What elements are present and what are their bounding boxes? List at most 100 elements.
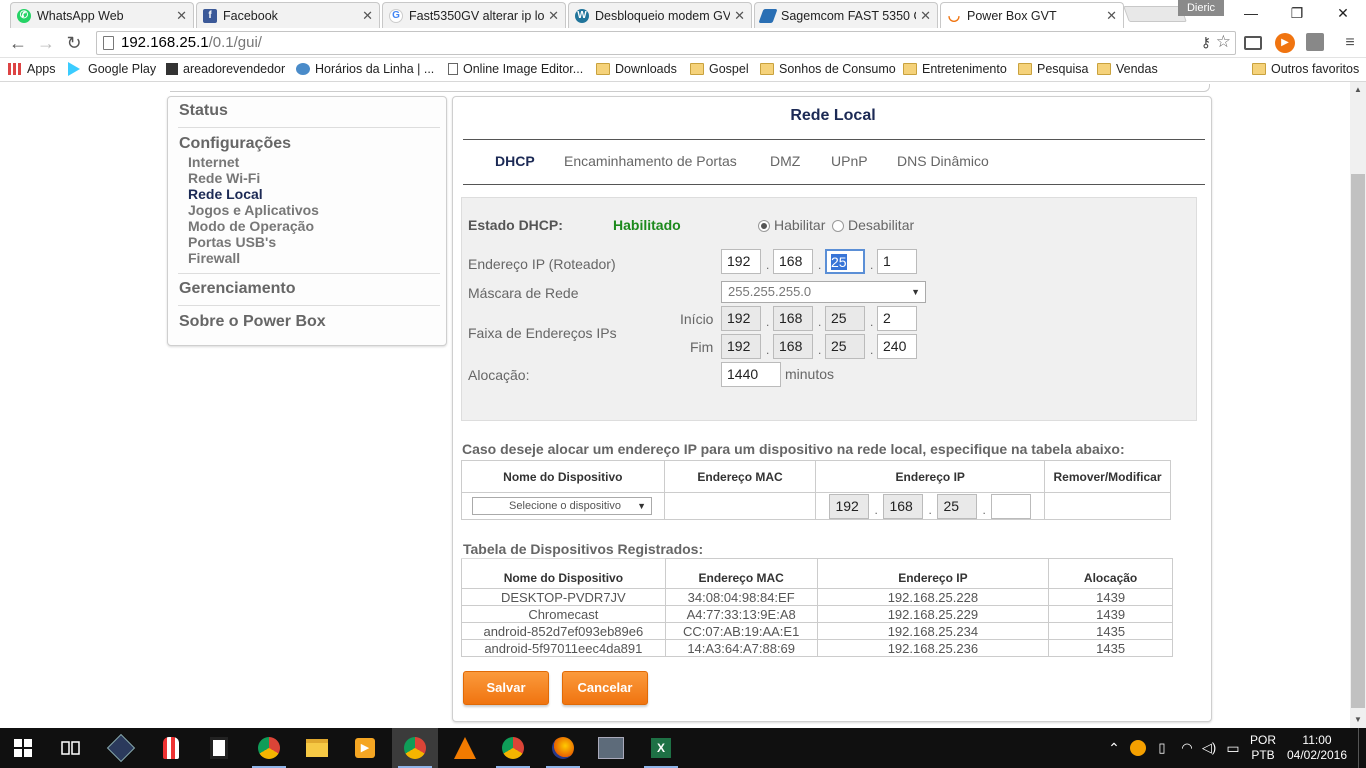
minimize-icon[interactable]: — bbox=[1228, 0, 1274, 26]
radio-desabilitar[interactable] bbox=[832, 220, 844, 232]
tab-dmz[interactable]: DMZ bbox=[770, 153, 800, 169]
clock[interactable]: 11:00 04/02/2016 bbox=[1284, 728, 1350, 768]
vlc-icon[interactable] bbox=[442, 728, 488, 768]
fim-octet-4[interactable]: 240 bbox=[877, 334, 917, 359]
bookmark-pesquisa[interactable]: Pesquisa bbox=[1018, 62, 1088, 76]
bookmark-apps[interactable]: Apps bbox=[8, 62, 56, 76]
ip-octet-3[interactable]: 25 bbox=[825, 249, 865, 274]
user-profile-badge[interactable]: Dieric bbox=[1178, 0, 1224, 16]
tab-whatsapp[interactable]: ✆ WhatsApp Web ✕ bbox=[10, 2, 194, 28]
bookmark-downloads[interactable]: Downloads bbox=[596, 62, 677, 76]
address-bar[interactable]: 192.168.25.1/0.1/gui/ ⚷ ☆ bbox=[96, 31, 1236, 55]
tab-dns-dinamico[interactable]: DNS Dinâmico bbox=[897, 153, 989, 169]
bookmark-areadorevendedor[interactable]: areadorevendedor bbox=[166, 62, 285, 76]
sidebar-item-gerenciamento[interactable]: Gerenciamento bbox=[179, 280, 295, 298]
tab-power-box[interactable]: ◡ Power Box GVT ✕ bbox=[940, 2, 1124, 28]
scrollbar-thumb[interactable] bbox=[1351, 174, 1365, 708]
ip-octet-2[interactable]: 168 bbox=[773, 249, 813, 274]
ip-octet-1[interactable]: 192 bbox=[721, 249, 761, 274]
bookmark-star-icon[interactable]: ☆ bbox=[1216, 32, 1231, 52]
sidebar-item-internet[interactable]: Internet bbox=[188, 154, 239, 170]
bookmark-horarios[interactable]: Horários da Linha | ... bbox=[296, 62, 434, 76]
sidebar-item-rede-local[interactable]: Rede Local bbox=[188, 186, 263, 202]
sidebar-section-configuracoes[interactable]: Configurações bbox=[179, 135, 291, 153]
tray-app-icon[interactable] bbox=[1128, 728, 1148, 768]
scroll-up-icon[interactable]: ▲ bbox=[1350, 82, 1366, 98]
chrome-active-icon[interactable] bbox=[392, 728, 438, 768]
tray-expand-icon[interactable]: ⌃ bbox=[1104, 728, 1124, 768]
reload-icon[interactable]: ↻ bbox=[62, 31, 86, 55]
cancelar-button[interactable]: Cancelar bbox=[562, 671, 648, 705]
volume-icon[interactable]: ◁) bbox=[1198, 728, 1220, 768]
file-explorer-icon[interactable] bbox=[294, 728, 340, 768]
excel-icon[interactable]: X bbox=[638, 728, 684, 768]
bookmark-vendas[interactable]: Vendas bbox=[1097, 62, 1158, 76]
app-cube-icon[interactable] bbox=[98, 728, 144, 768]
tray-device-icon[interactable]: ▯ bbox=[1152, 728, 1172, 768]
chrome-app-icon[interactable] bbox=[246, 728, 292, 768]
reserve-ip-octet-4[interactable] bbox=[991, 494, 1032, 519]
vertical-scrollbar[interactable]: ▲ ▼ bbox=[1350, 82, 1366, 728]
tab-encaminhamento-portas[interactable]: Encaminhamento de Portas bbox=[564, 153, 737, 169]
sidebar-item-firewall[interactable]: Firewall bbox=[188, 250, 240, 266]
tab-facebook[interactable]: f Facebook ✕ bbox=[196, 2, 380, 28]
bookmark-google-play[interactable]: Google Play bbox=[68, 62, 156, 76]
close-tab-icon[interactable]: ✕ bbox=[176, 8, 187, 24]
bookmark-outros-favoritos[interactable]: Outros favoritos bbox=[1252, 62, 1359, 76]
tab-title: Desbloqueio modem GV bbox=[595, 8, 731, 23]
close-tab-icon[interactable]: ✕ bbox=[1106, 8, 1117, 24]
mascara-select[interactable]: 255.255.255.0 ▼ bbox=[721, 281, 926, 303]
page-content: Status Configurações Internet Rede Wi-Fi… bbox=[0, 82, 1350, 728]
close-window-icon[interactable]: ✕ bbox=[1320, 0, 1366, 26]
tab-dhcp[interactable]: DHCP bbox=[495, 153, 535, 169]
chrome-icon[interactable] bbox=[490, 728, 536, 768]
inicio-octet-4[interactable]: 2 bbox=[877, 306, 917, 331]
popcorn-icon[interactable] bbox=[148, 728, 194, 768]
close-tab-icon[interactable]: ✕ bbox=[920, 8, 931, 24]
wifi-icon[interactable]: ◠ bbox=[1176, 728, 1198, 768]
salvar-button[interactable]: Salvar bbox=[463, 671, 549, 705]
ip-roteador-label: Endereço IP (Roteador) bbox=[468, 256, 616, 272]
show-desktop-button[interactable] bbox=[1358, 728, 1366, 768]
sidebar-item-jogos-aplicativos[interactable]: Jogos e Aplicativos bbox=[188, 202, 319, 218]
sidebar-item-modo-operacao[interactable]: Modo de Operação bbox=[188, 218, 314, 234]
radio-habilitar[interactable] bbox=[758, 220, 770, 232]
tab-sagemcom[interactable]: Sagemcom FAST 5350 G ✕ bbox=[754, 2, 938, 28]
url-text[interactable]: 192.168.25.1/0.1/gui/ bbox=[121, 34, 262, 51]
back-icon[interactable]: ← bbox=[6, 31, 30, 55]
device-select[interactable]: Selecione o dispositivo ▼ bbox=[472, 497, 652, 515]
firefox-icon[interactable] bbox=[540, 728, 586, 768]
restore-icon[interactable]: ❐ bbox=[1274, 0, 1320, 26]
tab-desbloqueio[interactable]: W Desbloqueio modem GV ✕ bbox=[568, 2, 752, 28]
scroll-down-icon[interactable]: ▼ bbox=[1350, 712, 1366, 728]
chrome-apps-icon[interactable] bbox=[588, 728, 634, 768]
tab-upnp[interactable]: UPnP bbox=[831, 153, 868, 169]
sidebar-item-rede-wifi[interactable]: Rede Wi-Fi bbox=[188, 170, 260, 186]
cast-icon[interactable] bbox=[1244, 36, 1262, 50]
tab-google-search[interactable]: G Fast5350GV alterar ip loc ✕ bbox=[382, 2, 566, 28]
action-center-icon[interactable]: ▭ bbox=[1222, 728, 1244, 768]
key-icon[interactable]: ⚷ bbox=[1201, 34, 1211, 51]
bookmark-entretenimento[interactable]: Entretenimento bbox=[903, 62, 1007, 76]
bookmark-gospel[interactable]: Gospel bbox=[690, 62, 749, 76]
forward-icon[interactable]: → bbox=[34, 31, 58, 55]
bookmark-sonhos[interactable]: Sonhos de Consumo bbox=[760, 62, 896, 76]
sidebar-item-status[interactable]: Status bbox=[179, 102, 228, 120]
media-player-icon[interactable]: ▶ bbox=[342, 728, 388, 768]
extension-play-icon[interactable]: ▶ bbox=[1275, 33, 1295, 53]
sidebar-item-sobre[interactable]: Sobre o Power Box bbox=[179, 313, 326, 331]
close-tab-icon[interactable]: ✕ bbox=[362, 8, 373, 24]
bookmark-online-image-editor[interactable]: Online Image Editor... bbox=[448, 62, 583, 76]
alocacao-input[interactable]: 1440 bbox=[721, 362, 781, 387]
ip-dot: . bbox=[818, 343, 822, 357]
close-tab-icon[interactable]: ✕ bbox=[548, 8, 559, 24]
close-tab-icon[interactable]: ✕ bbox=[734, 8, 745, 24]
ip-octet-4[interactable]: 1 bbox=[877, 249, 917, 274]
extension-icon[interactable] bbox=[1306, 33, 1324, 51]
windows-start-icon[interactable] bbox=[0, 728, 46, 768]
calculator-icon[interactable] bbox=[196, 728, 242, 768]
chrome-menu-icon[interactable]: ≡ bbox=[1340, 33, 1360, 53]
task-view-icon[interactable] bbox=[48, 728, 94, 768]
sidebar-item-portas-usb[interactable]: Portas USB's bbox=[188, 234, 276, 250]
language-indicator[interactable]: POR PTB bbox=[1246, 728, 1280, 768]
